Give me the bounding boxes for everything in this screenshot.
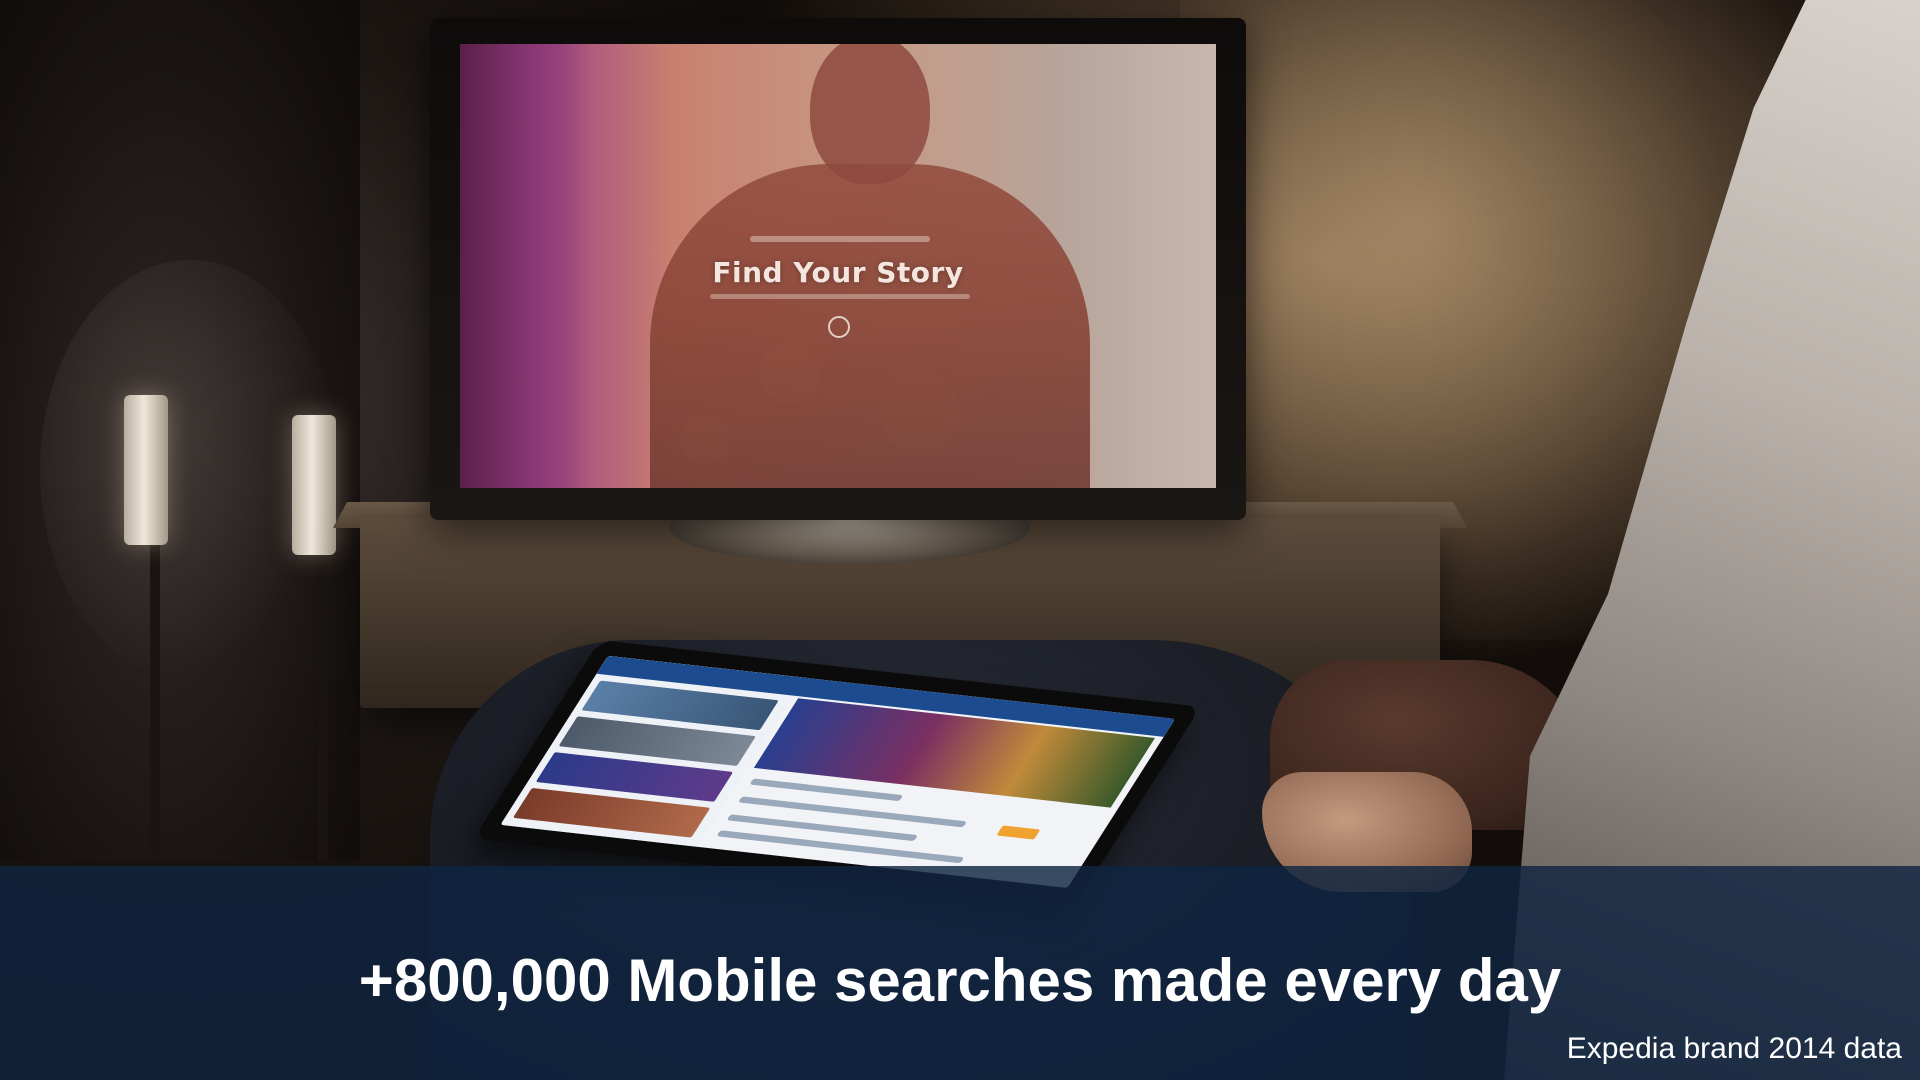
silhouette-body <box>650 164 1090 488</box>
silhouette-head <box>810 44 930 184</box>
candle-holder-right <box>318 555 328 860</box>
headline-text: +800,000 Mobile searches made every day <box>358 947 1562 1014</box>
candle-right <box>292 415 336 555</box>
source-note: Expedia brand 2014 data <box>1566 1032 1902 1065</box>
candle-holder-left <box>150 540 160 860</box>
tablet-text-line <box>716 830 965 864</box>
tablet-book-button <box>996 825 1041 840</box>
television: Find Your Story <box>430 18 1246 520</box>
tv-screen-title: Find Your Story <box>712 256 964 289</box>
play-icon <box>828 316 850 338</box>
tv-eyebrow-text <box>750 236 930 242</box>
tv-screen: Find Your Story <box>460 44 1216 488</box>
photo-scene: Find Your Story +800,000 Mobile searches… <box>0 0 1920 1080</box>
tv-subtitle-text <box>710 294 970 299</box>
candle-left <box>124 395 168 545</box>
